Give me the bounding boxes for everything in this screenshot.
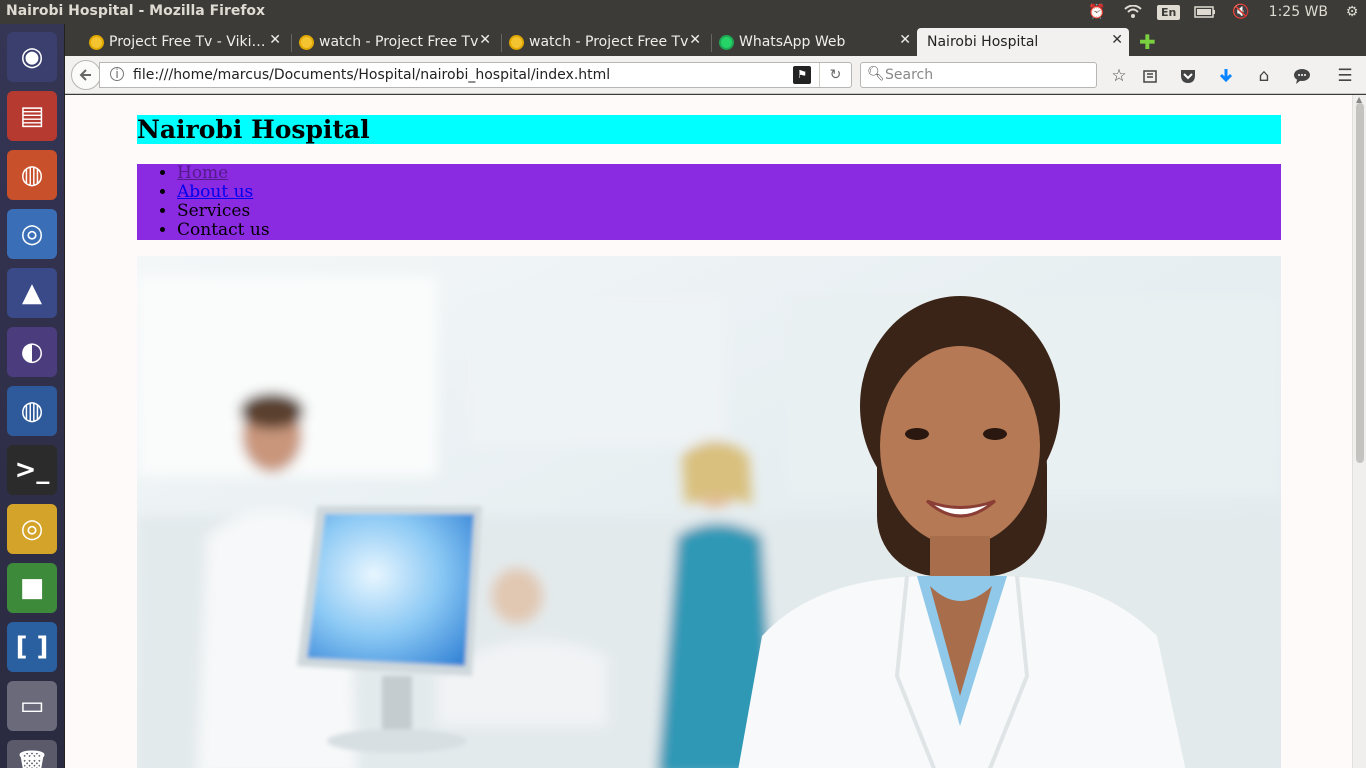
keyboard-layout-indicator[interactable]: En bbox=[1151, 0, 1187, 24]
site-header: Nairobi Hospital bbox=[137, 115, 1281, 144]
search-placeholder: Search bbox=[885, 67, 934, 83]
close-icon[interactable]: ✕ bbox=[899, 32, 911, 48]
new-tab-plus-icon[interactable]: ✚ bbox=[1139, 30, 1156, 54]
terminal-icon-glyph: >_ bbox=[14, 455, 50, 485]
chrome-icon-glyph: ◎ bbox=[20, 514, 44, 544]
clock[interactable]: 1:25 WB bbox=[1259, 4, 1338, 20]
nav-item-home: Home bbox=[177, 164, 1281, 183]
tab-watch-project-free-tv-1[interactable]: watch - Project Free Tv ✕ bbox=[297, 28, 497, 56]
tab-nairobi-hospital[interactable]: Nairobi Hospital ✕ bbox=[917, 28, 1129, 56]
pocket-icon[interactable] bbox=[1177, 65, 1199, 87]
tab-label: watch - Project Free Tv bbox=[319, 34, 479, 50]
url-text: file:///home/marcus/Documents/Hospital/n… bbox=[133, 67, 611, 83]
files-icon-glyph: ▤ bbox=[19, 101, 45, 131]
terminal-icon[interactable]: >_ bbox=[7, 445, 57, 495]
nav-link-about[interactable]: About us bbox=[177, 182, 253, 202]
alarm-clock-icon[interactable]: ⏰ bbox=[1079, 0, 1115, 24]
search-input[interactable]: 🔍︎ Search bbox=[860, 62, 1097, 88]
hamburger-menu-icon[interactable]: ☰ bbox=[1334, 65, 1356, 87]
downloads-icon[interactable] bbox=[1215, 65, 1237, 87]
tab-project-free-tv-viki[interactable]: Project Free Tv - Viki… ✕ bbox=[87, 28, 287, 56]
files-icon[interactable]: ▤ bbox=[7, 91, 57, 141]
tab-separator bbox=[501, 34, 502, 52]
tab-favicon-icon bbox=[509, 35, 524, 50]
tab-favicon-icon bbox=[299, 35, 314, 50]
system-top-bar: Nairobi Hospital - Mozilla Firefox ⏰ En … bbox=[0, 0, 1366, 24]
medical-staff-photo bbox=[137, 256, 1281, 768]
site-info-icon[interactable]: i bbox=[110, 67, 124, 81]
reader-view-icon[interactable]: ⚑ bbox=[793, 66, 811, 84]
tab-label: WhatsApp Web bbox=[739, 34, 846, 50]
chat-icon[interactable] bbox=[1291, 65, 1313, 87]
whatsapp-icon bbox=[719, 35, 734, 50]
tab-label: watch - Project Free Tv bbox=[529, 34, 689, 50]
chromium-icon-glyph: ◎ bbox=[20, 219, 44, 249]
drive-icon-glyph: ▭ bbox=[19, 691, 45, 721]
ubuntu-dash-icon-glyph: ◉ bbox=[20, 42, 44, 72]
page-viewport: Nairobi Hospital Home About us Services … bbox=[65, 95, 1352, 768]
unity-launcher: ◉ ▤ ◍ ◎ ▲ ◐ ◍ >_ ◎ ■ [ ] ▭ 🗑 bbox=[0, 24, 65, 768]
scrollbar-thumb[interactable] bbox=[1356, 103, 1364, 463]
vlc-icon-glyph: ▲ bbox=[22, 278, 42, 308]
bookmarks-library-icon[interactable] bbox=[1139, 65, 1161, 87]
bookmark-star-icon[interactable]: ☆ bbox=[1108, 65, 1130, 87]
tab-favicon-icon bbox=[89, 35, 104, 50]
hero-image bbox=[137, 256, 1281, 768]
thunderbird-icon-glyph: ◍ bbox=[20, 396, 44, 426]
vlc-icon[interactable]: ▲ bbox=[7, 268, 57, 318]
reload-icon[interactable]: ↻ bbox=[819, 63, 851, 87]
eclipse-icon[interactable]: ◐ bbox=[7, 327, 57, 377]
thunderbird-icon[interactable]: ◍ bbox=[7, 386, 57, 436]
wifi-icon[interactable] bbox=[1115, 0, 1151, 24]
nav-link-home[interactable]: Home bbox=[177, 163, 228, 183]
close-icon[interactable]: ✕ bbox=[479, 32, 491, 48]
page-title: Nairobi Hospital bbox=[137, 115, 370, 144]
gear-icon[interactable]: ⚙ bbox=[1338, 0, 1366, 24]
window-title: Nairobi Hospital - Mozilla Firefox bbox=[6, 3, 266, 19]
trash-icon-glyph: 🗑 bbox=[15, 750, 49, 768]
tab-strip: Project Free Tv - Viki… ✕ watch - Projec… bbox=[65, 24, 1366, 56]
back-button[interactable] bbox=[71, 60, 101, 90]
tab-watch-project-free-tv-2[interactable]: watch - Project Free Tv ✕ bbox=[507, 28, 707, 56]
tab-separator bbox=[291, 34, 292, 52]
close-icon[interactable]: ✕ bbox=[1111, 32, 1123, 48]
nav-item-contact: Contact us bbox=[177, 221, 1281, 240]
volume-muted-icon[interactable]: 🔇 bbox=[1223, 0, 1259, 24]
firefox-icon[interactable]: ◍ bbox=[7, 150, 57, 200]
tab-separator bbox=[711, 34, 712, 52]
tab-whatsapp-web[interactable]: WhatsApp Web ✕ bbox=[717, 28, 917, 56]
home-icon[interactable]: ⌂ bbox=[1253, 65, 1275, 87]
system-tray: ⏰ En 🔇 1:25 WB ⚙ bbox=[1079, 0, 1366, 24]
drive-icon[interactable]: ▭ bbox=[7, 681, 57, 731]
tab-label: Project Free Tv - Viki… bbox=[109, 34, 266, 50]
site-nav: Home About us Services Contact us bbox=[137, 164, 1281, 240]
search-icon: 🔍︎ bbox=[867, 66, 885, 82]
ubuntu-dash-icon[interactable]: ◉ bbox=[7, 32, 57, 82]
brackets-icon-glyph: [ ] bbox=[15, 632, 49, 662]
chromium-icon[interactable]: ◎ bbox=[7, 209, 57, 259]
vertical-scrollbar[interactable]: ▲ bbox=[1352, 95, 1366, 768]
close-icon[interactable]: ✕ bbox=[689, 32, 701, 48]
nav-item-about: About us bbox=[177, 183, 1281, 202]
chrome-icon[interactable]: ◎ bbox=[7, 504, 57, 554]
firefox-icon-glyph: ◍ bbox=[20, 160, 44, 190]
close-icon[interactable]: ✕ bbox=[269, 32, 281, 48]
url-bar[interactable]: i file:///home/marcus/Documents/Hospital… bbox=[99, 62, 852, 88]
cube-app-icon-glyph: ■ bbox=[19, 573, 45, 603]
brackets-icon[interactable]: [ ] bbox=[7, 622, 57, 672]
tab-label: Nairobi Hospital bbox=[927, 34, 1039, 50]
battery-icon[interactable] bbox=[1187, 0, 1223, 24]
navigation-toolbar: i file:///home/marcus/Documents/Hospital… bbox=[65, 56, 1366, 94]
eclipse-icon-glyph: ◐ bbox=[20, 337, 44, 367]
cube-app-icon[interactable]: ■ bbox=[7, 563, 57, 613]
nav-item-services: Services bbox=[177, 202, 1281, 221]
trash-icon[interactable]: 🗑 bbox=[7, 740, 57, 768]
